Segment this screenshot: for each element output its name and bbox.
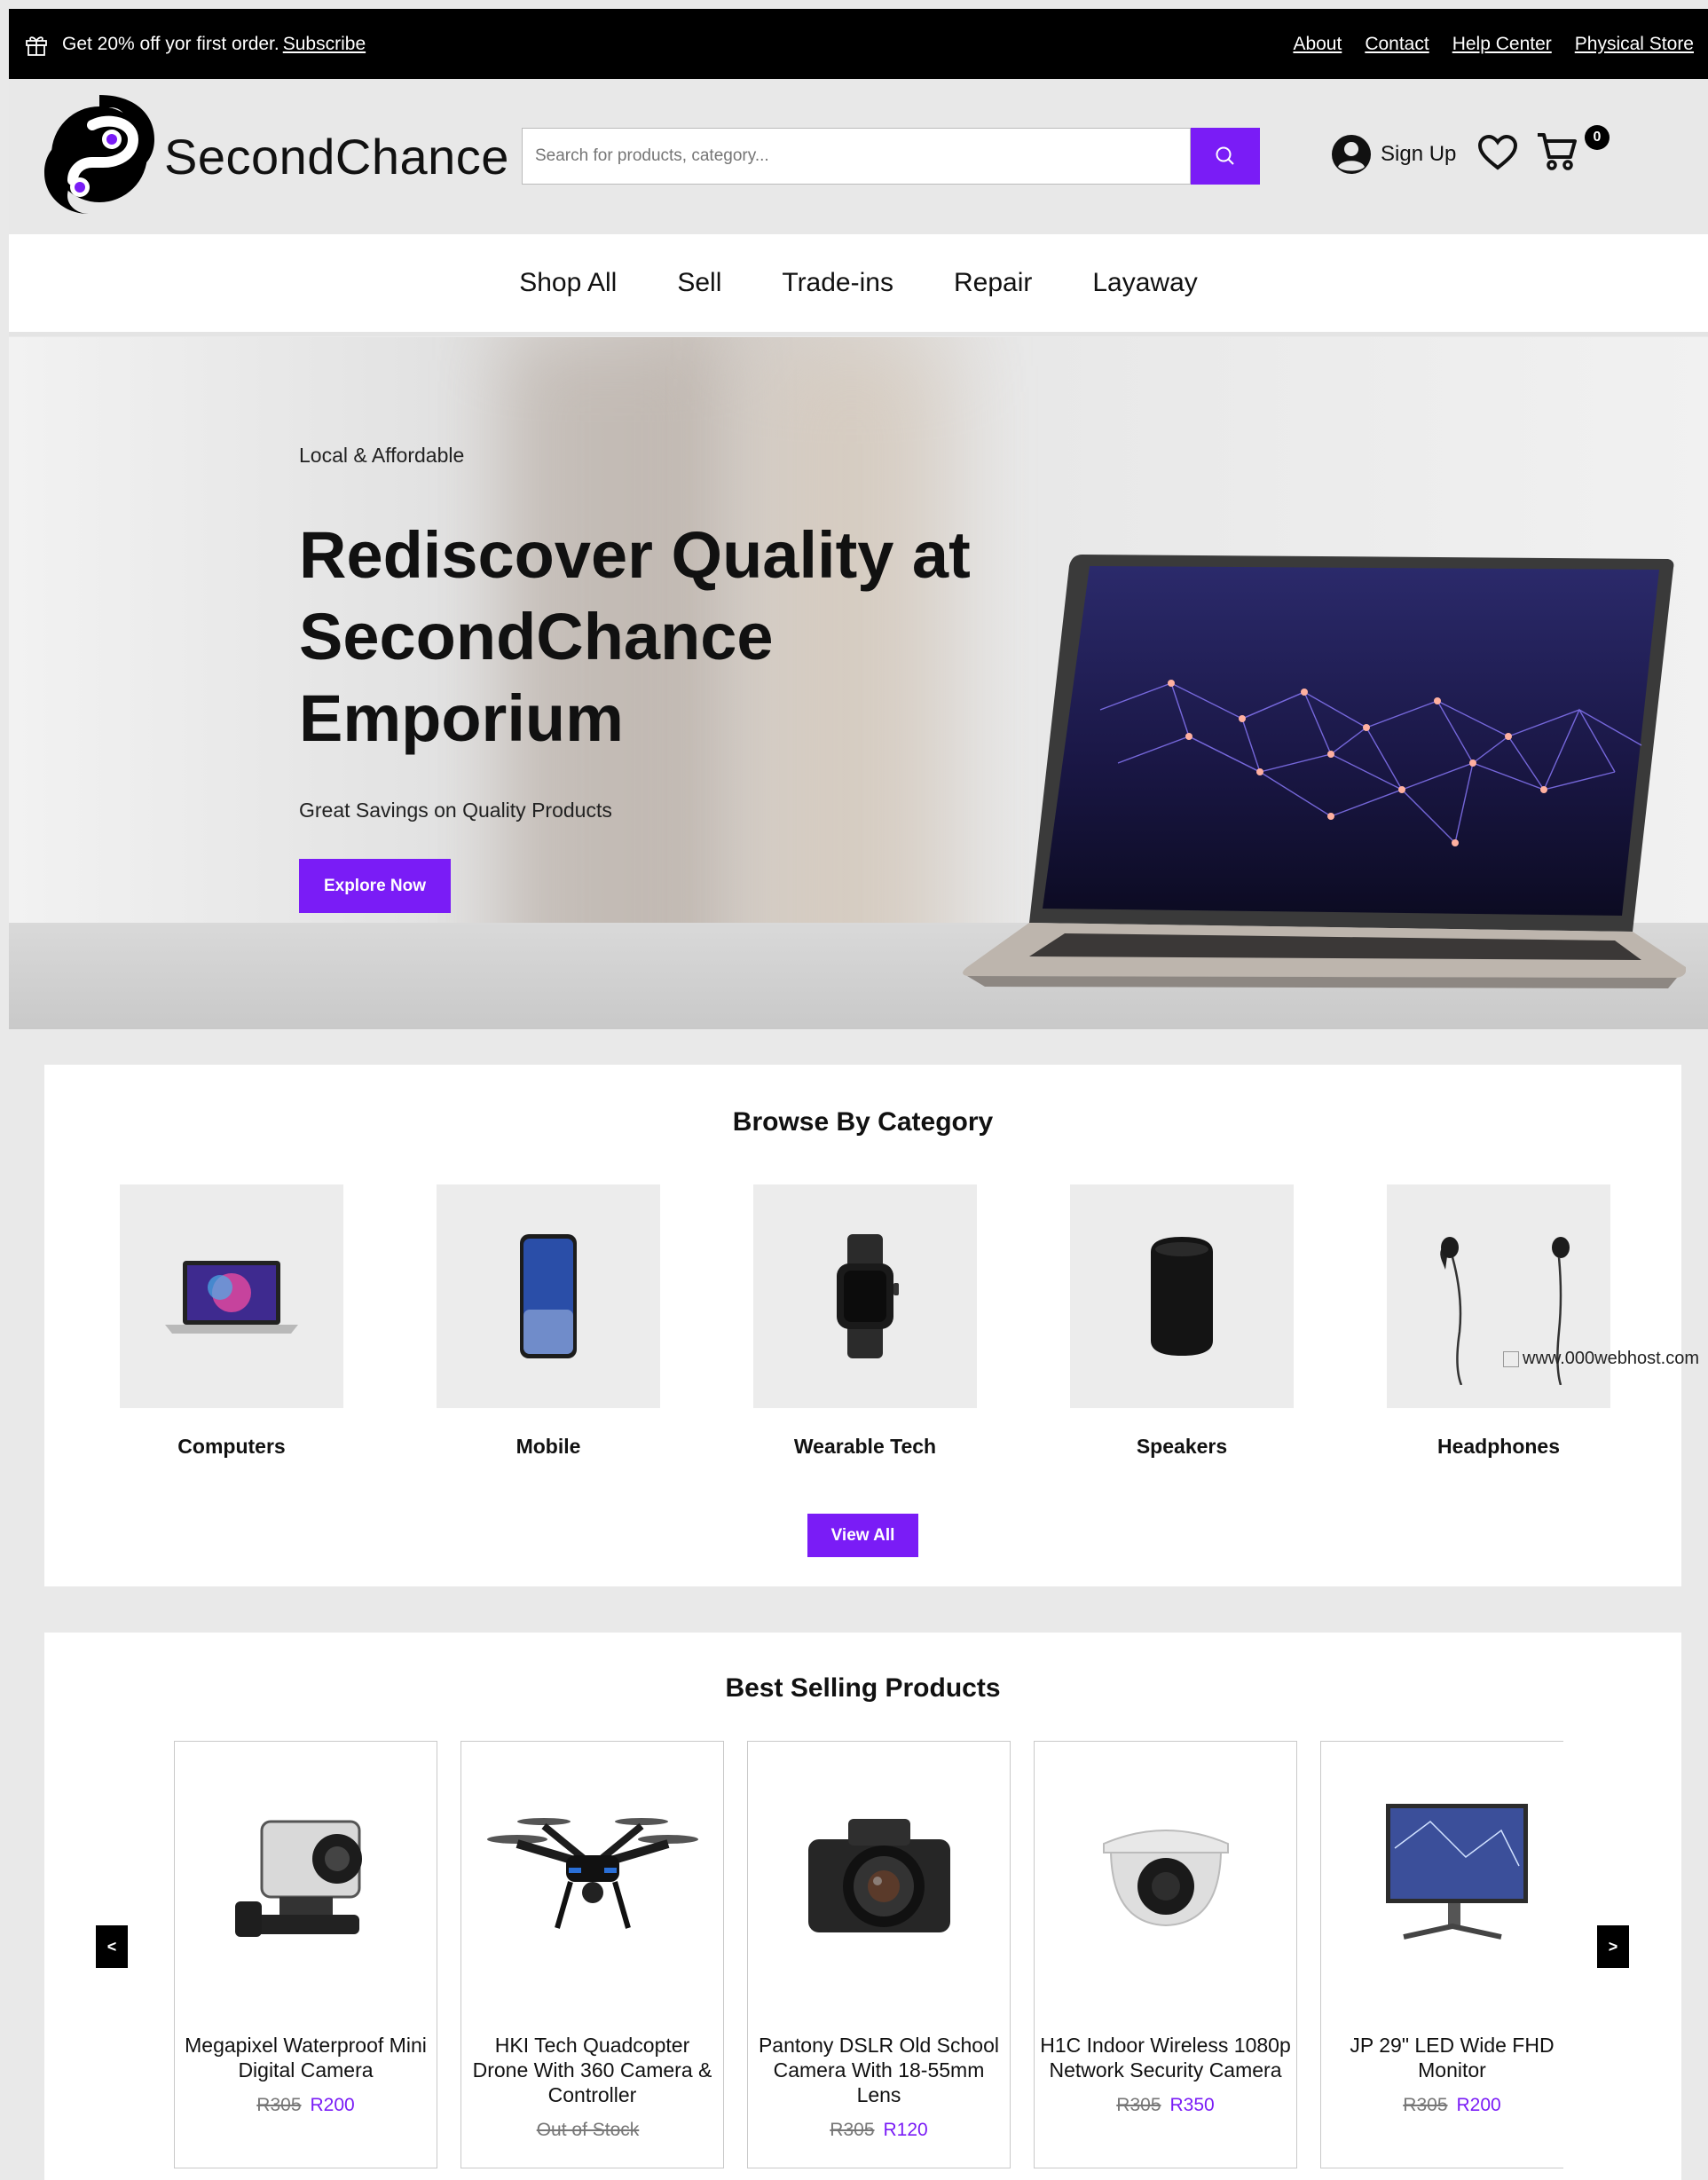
search-button[interactable] (1191, 128, 1260, 185)
cart-icon[interactable] (1535, 130, 1579, 171)
laptop-icon (165, 1261, 298, 1334)
logo-icon[interactable] (37, 88, 161, 221)
phone-icon (520, 1234, 577, 1358)
signup-button[interactable]: Sign Up (1331, 134, 1456, 175)
brand-name[interactable]: SecondChance (164, 128, 509, 185)
search-icon (1216, 146, 1234, 165)
category-wearable-tech[interactable]: Wearable Tech (753, 1184, 977, 1459)
drone-image (486, 1818, 698, 1929)
signup-label: Sign Up (1381, 142, 1457, 166)
nav-shop-all[interactable]: Shop All (519, 268, 617, 298)
product-stock-status: Out of Stock (536, 2120, 640, 2140)
header: SecondChance Sign Up (9, 79, 1708, 234)
product-card[interactable]: JP 29" LED Wide FHD Monitor R305 R200 (1320, 1741, 1563, 2168)
page: Get 20% off yor first order. Subscribe A… (0, 0, 1708, 2180)
category-grid: Computers Mobile Wearable Tech Speakers … (120, 1184, 1610, 1459)
speaker-icon (1151, 1237, 1213, 1356)
product-old-price: R305 (830, 2120, 875, 2140)
category-speakers[interactable]: Speakers (1070, 1184, 1294, 1459)
product-carousel: Megapixel Waterproof Mini Digital Camera… (174, 1741, 1563, 2180)
best-selling-section: Best Selling Products < > Megapixel Wate… (44, 1633, 1681, 2180)
heart-icon[interactable] (1477, 134, 1518, 171)
main-nav: Shop All Sell Trade-ins Repair Layaway (9, 234, 1708, 336)
product-card[interactable]: H1C Indoor Wireless 1080p Network Securi… (1034, 1741, 1297, 2168)
smartwatch-icon (837, 1234, 899, 1358)
security-camera-image (1102, 1830, 1229, 1927)
category-mobile[interactable]: Mobile (437, 1184, 660, 1459)
product-price: R305 R200 (256, 2095, 354, 2116)
product-card[interactable]: HKI Tech Quadcopter Drone With 360 Camer… (460, 1741, 724, 2168)
category-computers[interactable]: Computers (120, 1184, 343, 1459)
gift-icon (26, 35, 47, 56)
subscribe-link[interactable]: Subscribe (283, 34, 366, 55)
hero-eyebrow: Local & Affordable (299, 444, 465, 467)
help-center-link[interactable]: Help Center (1452, 34, 1552, 55)
promo-bar: Get 20% off yor first order. Subscribe A… (9, 9, 1708, 79)
product-sale-price: R200 (1456, 2095, 1501, 2115)
product-name[interactable]: Pantony DSLR Old School Camera With 18-5… (748, 2033, 1010, 2107)
category-label: Headphones (1436, 1435, 1561, 1458)
hero-subtitle: Great Savings on Quality Products (299, 799, 612, 822)
user-icon (1332, 135, 1371, 174)
product-name[interactable]: JP 29" LED Wide FHD Monitor (1321, 2033, 1563, 2082)
promo-message: Get 20% off yor first order. Subscribe (23, 31, 366, 58)
carousel-prev-button[interactable]: < (96, 1925, 128, 1968)
broken-image: www.000webhost.com (1503, 1349, 1699, 1369)
product-name[interactable]: HKI Tech Quadcopter Drone With 360 Camer… (461, 2033, 723, 2107)
about-link[interactable]: About (1293, 34, 1342, 55)
category-headphones[interactable]: Headphones (1387, 1184, 1610, 1459)
product-card[interactable]: Megapixel Waterproof Mini Digital Camera… (174, 1741, 437, 2168)
nav-trade-ins[interactable]: Trade-ins (782, 268, 893, 298)
best-selling-title: Best Selling Products (725, 1673, 1001, 1703)
product-card[interactable]: Pantony DSLR Old School Camera With 18-5… (747, 1741, 1011, 2168)
broken-image-alt: www.000webhost.com (1523, 1349, 1699, 1368)
product-old-price: R305 (256, 2095, 302, 2115)
product-sale-price: R200 (310, 2095, 355, 2115)
category-title: Browse By Category (732, 1107, 994, 1137)
cart-count-badge: 0 (1585, 125, 1610, 150)
product-old-price: R305 (1403, 2095, 1448, 2115)
dslr-camera-image (807, 1819, 950, 1932)
product-sale-price: R120 (883, 2120, 928, 2140)
carousel-next-button[interactable]: > (1597, 1925, 1629, 1968)
product-old-price: R305 (1116, 2095, 1161, 2115)
nav-layaway[interactable]: Layaway (1092, 268, 1197, 298)
category-label: Mobile (516, 1435, 581, 1458)
explore-now-button[interactable]: Explore Now (299, 859, 451, 913)
contact-link[interactable]: Contact (1365, 34, 1429, 55)
broken-image-icon (1503, 1350, 1519, 1367)
nav-sell[interactable]: Sell (677, 268, 721, 298)
product-sale-price: R350 (1169, 2095, 1215, 2115)
product-price: R305 R350 (1116, 2095, 1214, 2116)
product-price: Out of Stock (537, 2120, 649, 2141)
product-price: R305 R120 (830, 2120, 927, 2141)
product-name[interactable]: H1C Indoor Wireless 1080p Network Securi… (1035, 2033, 1296, 2082)
action-camera-image (234, 1820, 362, 1937)
laptop-image (963, 555, 1686, 988)
hero-title: Rediscover Quality at SecondChance Empor… (299, 518, 971, 755)
physical-store-link[interactable]: Physical Store (1575, 34, 1694, 55)
category-section: Browse By Category Computers Mobile Wear… (44, 1065, 1681, 1586)
category-label: Speakers (1136, 1435, 1228, 1458)
monitor-image (1385, 1804, 1528, 1940)
product-name[interactable]: Megapixel Waterproof Mini Digital Camera (175, 2033, 437, 2082)
product-price: R305 R200 (1403, 2095, 1500, 2116)
nav-repair[interactable]: Repair (954, 268, 1032, 298)
promo-text: Get 20% off yor first order. (62, 33, 279, 54)
search-bar (522, 128, 1260, 185)
category-label: Wearable Tech (793, 1435, 937, 1458)
view-all-button[interactable]: View All (807, 1514, 918, 1557)
category-label: Computers (177, 1435, 286, 1458)
top-links: About Contact Help Center Physical Store (1293, 34, 1694, 55)
search-input[interactable] (522, 128, 1191, 185)
hero-banner: Local & Affordable Rediscover Quality at… (9, 337, 1708, 1029)
